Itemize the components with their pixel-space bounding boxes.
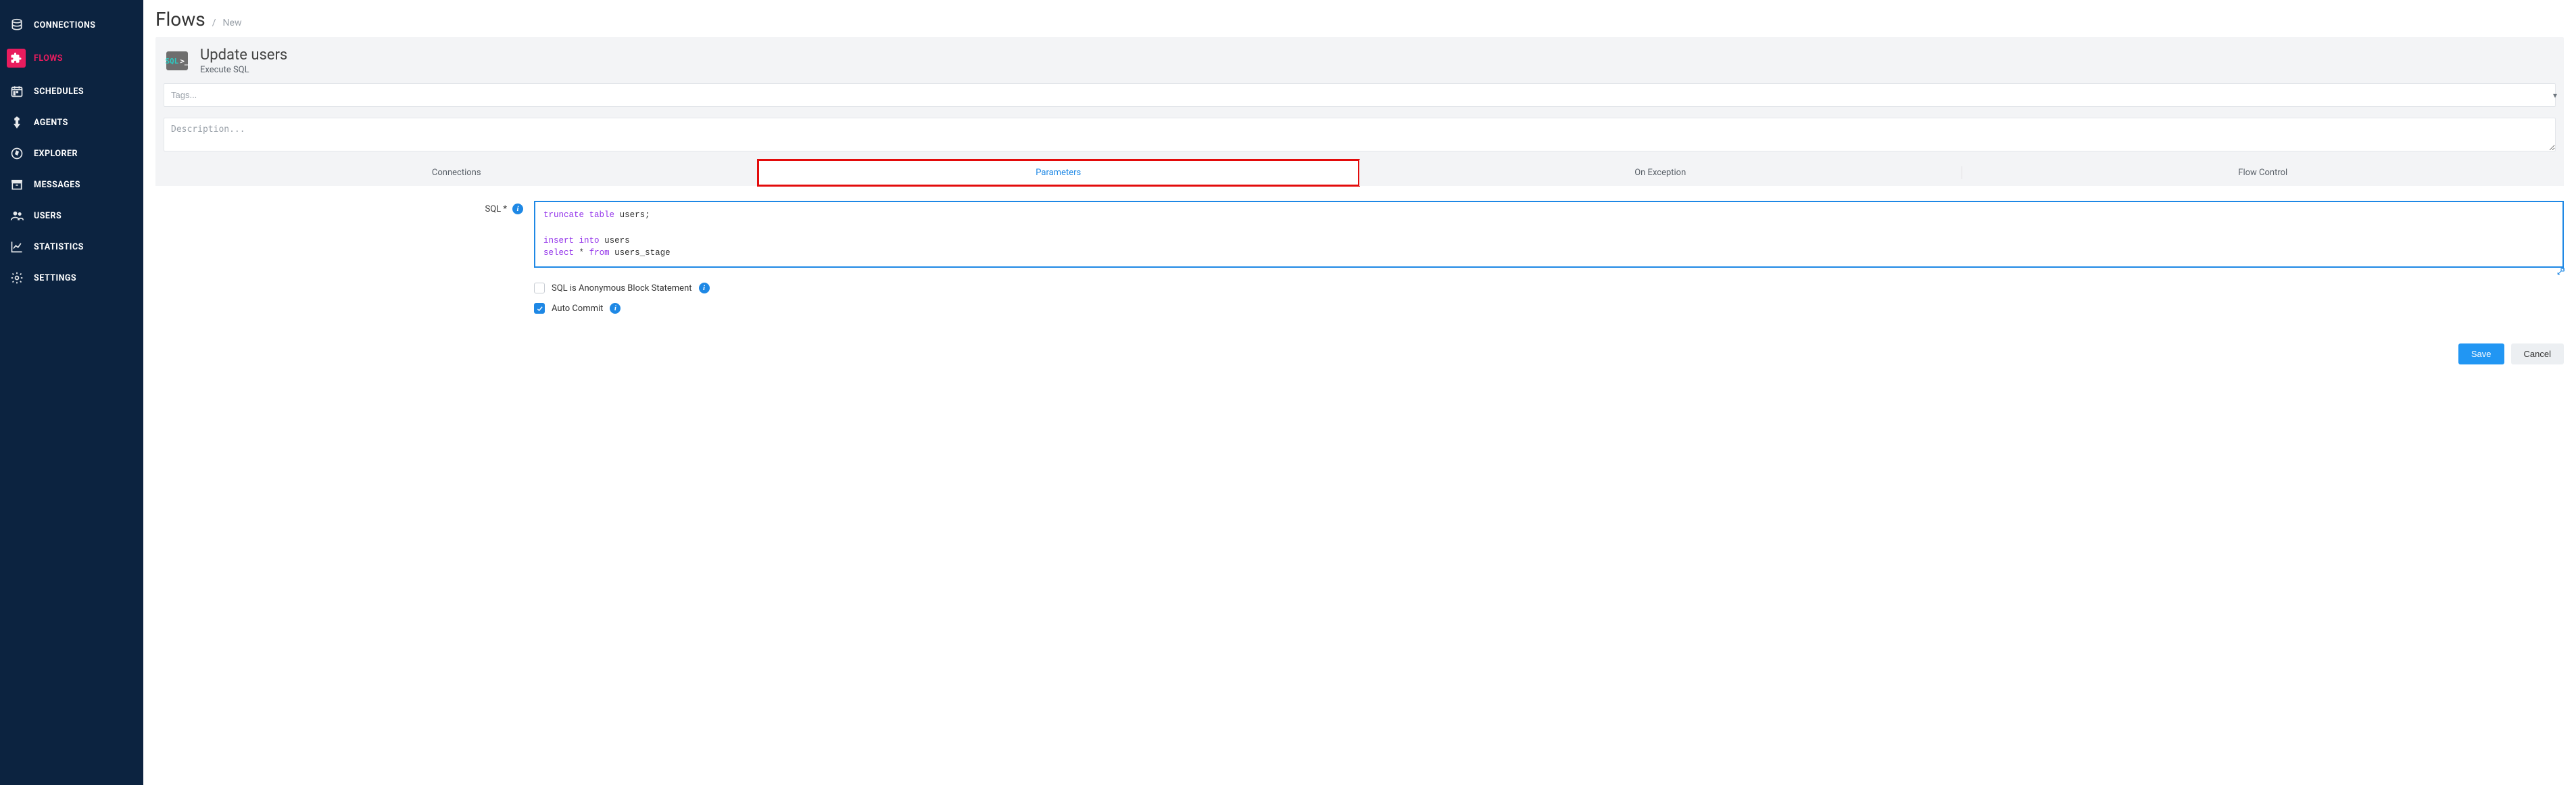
tab-connections[interactable]: Connections [155,160,758,186]
anonymous-block-label: SQL is Anonymous Block Statement [552,283,692,293]
breadcrumb-root[interactable]: Flows [155,8,205,30]
flow-header: SQL>_ Update users Execute SQL [155,37,2564,78]
auto-commit-row: Auto Commit i [534,303,2564,314]
sql-badge-text: SQL [165,57,178,66]
sidebar-item-connections[interactable]: CONNECTIONS [0,9,143,41]
sidebar-item-settings[interactable]: SETTINGS [0,262,143,293]
sidebar: CONNECTIONS FLOWS SCHEDULES AGENTS EXPLO… [0,0,143,785]
breadcrumb-sep: / [212,18,216,28]
chart-icon [9,239,24,254]
agent-icon [9,115,24,130]
info-icon[interactable]: i [699,283,710,293]
tab-label: On Exception [1634,168,1686,178]
save-button[interactable]: Save [2458,343,2504,364]
main-content: Flows / New SQL>_ Update users Execute S… [143,0,2576,785]
sidebar-item-label: MESSAGES [34,180,80,190]
expand-editor-icon[interactable] [2556,267,2565,279]
auto-commit-checkbox[interactable] [534,303,545,314]
auto-commit-label: Auto Commit [552,304,603,314]
description-input[interactable] [164,118,2556,151]
users-icon [9,208,24,223]
calendar-icon [9,84,24,99]
sidebar-item-label: AGENTS [34,118,68,128]
cancel-button[interactable]: Cancel [2511,343,2564,364]
sidebar-item-label: SETTINGS [34,273,76,283]
sql-editor[interactable]: truncate table users; insert into users … [534,201,2564,268]
parameters-form: SQL * i truncate table users; insert int… [155,186,2564,330]
sidebar-item-flows[interactable]: FLOWS [0,41,143,76]
sidebar-item-statistics[interactable]: STATISTICS [0,231,143,262]
sidebar-item-schedules[interactable]: SCHEDULES [0,76,143,107]
sql-badge-icon: SQL>_ [166,51,188,70]
compass-icon [9,146,24,161]
tabs: Connections Parameters On Exception Flow… [155,160,2564,186]
sidebar-item-label: STATISTICS [34,242,84,252]
sidebar-item-agents[interactable]: AGENTS [0,107,143,138]
puzzle-icon [7,49,26,68]
footer-actions: Save Cancel [155,343,2564,364]
tab-on-exception[interactable]: On Exception [1359,160,1962,186]
sql-label: SQL * [485,204,508,214]
info-icon[interactable]: i [512,204,523,214]
tab-label: Connections [432,168,481,178]
chevron-down-icon[interactable]: ▾ [2553,91,2557,100]
anonymous-block-row: SQL is Anonymous Block Statement i [534,283,2564,293]
breadcrumb-leaf: New [223,18,242,28]
tab-label: Parameters [1036,168,1081,178]
flow-panel: SQL>_ Update users Execute SQL ▾ Connect… [155,37,2564,186]
tags-input[interactable] [164,83,2556,107]
database-icon [9,18,24,32]
sidebar-item-label: EXPLORER [34,149,78,159]
archive-icon [9,177,24,192]
tab-parameters[interactable]: Parameters [758,160,1360,186]
flow-title: Update users [200,47,287,64]
sidebar-item-label: CONNECTIONS [34,20,96,30]
sidebar-item-label: SCHEDULES [34,87,84,97]
sidebar-item-users[interactable]: USERS [0,200,143,231]
breadcrumb: Flows / New [155,8,2564,30]
tab-flow-control[interactable]: Flow Control [1962,160,2565,186]
sidebar-item-label: USERS [34,211,62,221]
flow-subtitle: Execute SQL [200,65,287,75]
gear-icon [9,270,24,285]
sidebar-item-messages[interactable]: MESSAGES [0,169,143,200]
sidebar-item-explorer[interactable]: EXPLORER [0,138,143,169]
tab-label: Flow Control [2238,168,2287,178]
sql-badge-suffix: >_ [180,57,189,66]
info-icon[interactable]: i [610,303,621,314]
sidebar-item-label: FLOWS [34,53,63,64]
anonymous-block-checkbox[interactable] [534,283,545,293]
